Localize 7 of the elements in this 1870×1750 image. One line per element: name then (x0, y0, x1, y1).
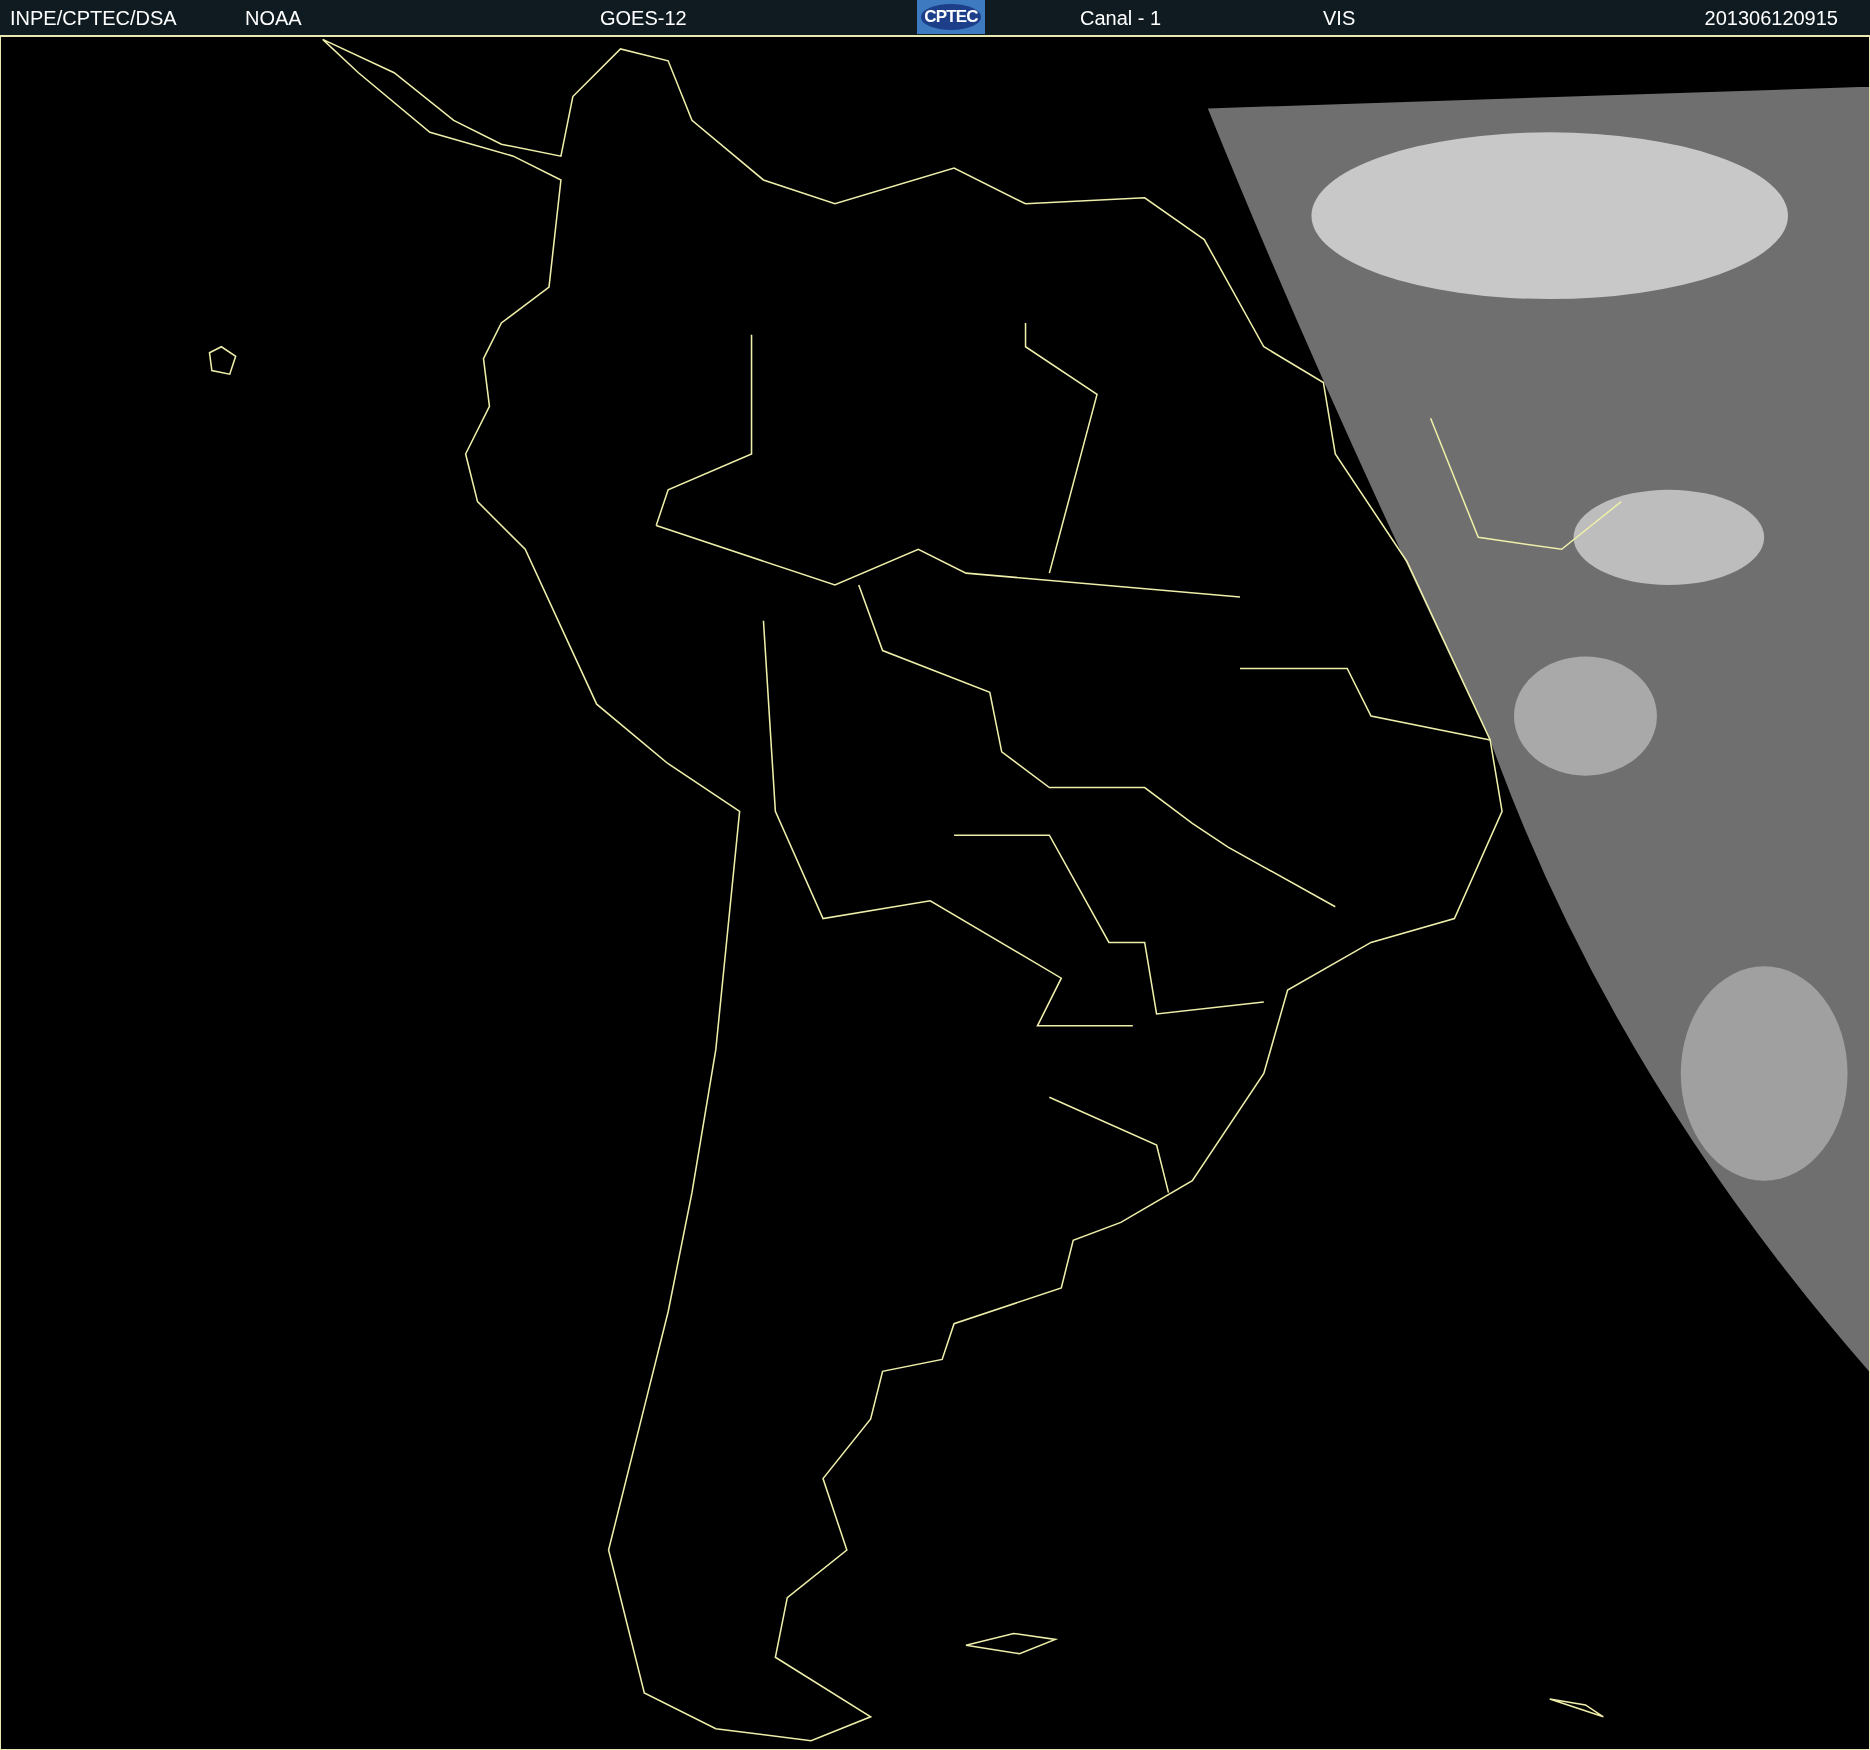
channel-label: Canal - 1 (1080, 5, 1162, 31)
timestamp-label: 201306120915 (1704, 5, 1838, 31)
satellite-label: GOES-12 (600, 5, 687, 31)
source-label: INPE/CPTEC/DSA (10, 5, 177, 31)
logo-text: CPTEC (921, 4, 981, 30)
band-label: VIS (1323, 5, 1356, 31)
agency-label: NOAA (245, 5, 302, 31)
